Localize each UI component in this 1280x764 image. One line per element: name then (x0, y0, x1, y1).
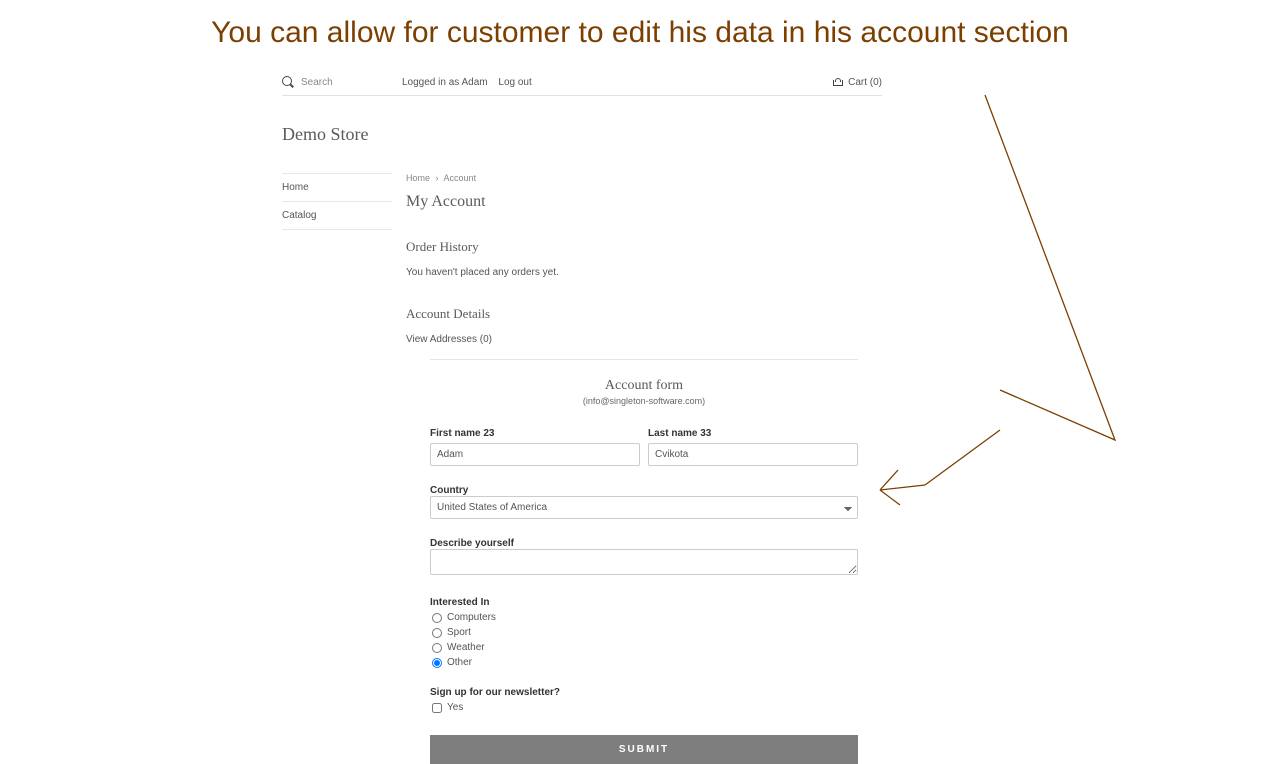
radio-icon[interactable] (432, 628, 442, 638)
cart-link[interactable]: Cart (0) (832, 77, 882, 88)
interest-option-sport[interactable]: Sport (430, 627, 858, 638)
interest-option-computers[interactable]: Computers (430, 612, 858, 623)
interest-label: Sport (447, 627, 471, 638)
form-title: Account form (430, 378, 858, 394)
last-name-input[interactable] (648, 443, 858, 466)
sidebar-item-home[interactable]: Home (282, 173, 392, 202)
interest-option-weather[interactable]: Weather (430, 642, 858, 653)
radio-icon[interactable] (432, 613, 442, 623)
storefront-page: Search Logged in as Adam Log out Cart (0… (282, 70, 882, 764)
search-icon (282, 76, 295, 89)
annotation-arrow (870, 90, 1130, 510)
submit-button[interactable]: SUBMIT (430, 735, 858, 764)
top-bar: Search Logged in as Adam Log out Cart (0… (282, 70, 882, 96)
interest-label: Other (447, 657, 472, 668)
radio-icon[interactable] (432, 643, 442, 653)
describe-label: Describe yourself (430, 538, 514, 549)
form-subtitle: (info@singleton-software.com) (430, 396, 858, 406)
newsletter-option-label: Yes (447, 702, 463, 713)
no-orders-text: You haven't placed any orders yet. (406, 267, 882, 278)
breadcrumb: Home › Account (406, 173, 882, 183)
logout-link[interactable]: Log out (498, 77, 531, 88)
main-content: Home › Account My Account Order History … (392, 173, 882, 764)
sidebar-item-catalog[interactable]: Catalog (282, 202, 392, 230)
breadcrumb-home[interactable]: Home (406, 173, 430, 183)
checkbox-icon[interactable] (432, 703, 442, 713)
first-name-label: First name 23 (430, 428, 640, 439)
first-name-input[interactable] (430, 443, 640, 466)
radio-icon[interactable] (432, 658, 442, 668)
logged-in-as-text: Logged in as Adam (402, 77, 488, 88)
country-label: Country (430, 485, 468, 496)
newsletter-label: Sign up for our newsletter? (430, 687, 560, 698)
account-details-heading: Account Details (406, 306, 882, 322)
interest-label: Computers (447, 612, 496, 623)
page-title: My Account (406, 193, 882, 211)
search-placeholder: Search (301, 77, 333, 88)
account-form: Account form (info@singleton-software.co… (406, 359, 882, 764)
interest-option-other[interactable]: Other (430, 657, 858, 668)
store-logo-text[interactable]: Demo Store (282, 124, 882, 145)
annotation-headline: You can allow for customer to edit his d… (0, 16, 1280, 50)
last-name-label: Last name 33 (648, 428, 858, 439)
describe-textarea[interactable] (430, 549, 858, 575)
newsletter-option-yes[interactable]: Yes (430, 702, 858, 713)
interested-in-label: Interested In (430, 597, 489, 608)
interest-label: Weather (447, 642, 485, 653)
breadcrumb-current: Account (444, 173, 477, 183)
cart-icon (832, 78, 844, 88)
login-status: Logged in as Adam Log out (402, 77, 832, 88)
order-history-heading: Order History (406, 239, 882, 255)
divider (430, 359, 858, 360)
sidebar-nav: Home Catalog (282, 173, 392, 764)
cart-label: Cart (0) (848, 77, 882, 88)
search-field[interactable]: Search (282, 76, 402, 89)
country-select[interactable]: United States of America (430, 496, 858, 519)
view-addresses-link[interactable]: View Addresses (0) (406, 334, 492, 345)
chevron-right-icon: › (436, 173, 439, 183)
